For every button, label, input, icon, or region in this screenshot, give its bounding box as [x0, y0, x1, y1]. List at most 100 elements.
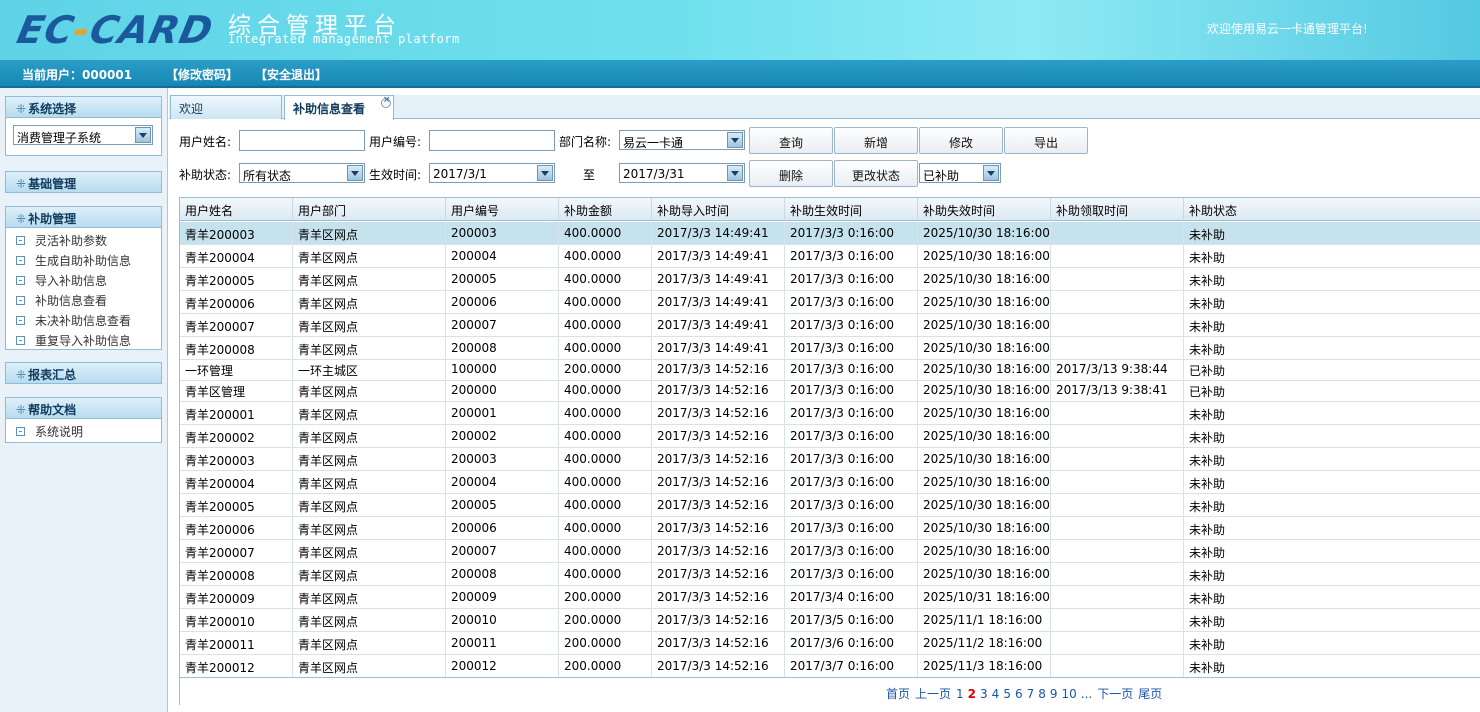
- status-select[interactable]: 所有状态: [239, 163, 365, 183]
- table-row[interactable]: 青羊200006 青羊区网点 200006 400.0000 2017/3/3 14:4…: [180, 291, 1480, 314]
- basic-management-header[interactable]: ⁜ 基础管理: [5, 171, 162, 193]
- menu-item-pending-subsidy[interactable]: 未决补助信息查看: [6, 310, 161, 330]
- menu-item-label: 生成自助补助信息: [35, 254, 132, 268]
- system-select[interactable]: 消费管理子系统: [13, 125, 153, 145]
- table-row[interactable]: 青羊200008 青羊区网点 200008 400.0000 2017/3/3 14:4…: [180, 337, 1480, 360]
- panel-title: 基础管理: [28, 177, 77, 191]
- table-row[interactable]: 青羊200004 青羊区网点 200004 400.0000 2017/3/3 14:5…: [180, 471, 1480, 494]
- panel-title: 帮助文档: [28, 403, 77, 417]
- pager-page-5[interactable]: 5: [1003, 687, 1011, 701]
- table-row[interactable]: 青羊200007 青羊区网点 200007 400.0000 2017/3/3 14:5…: [180, 540, 1480, 563]
- chevron-down-icon[interactable]: [727, 132, 743, 148]
- menu-item-import-subsidy[interactable]: 导入补助信息: [6, 270, 161, 290]
- pager-prev[interactable]: 上一页: [915, 687, 951, 701]
- column-header-import-time[interactable]: 补助导入时间: [652, 198, 785, 221]
- delete-button[interactable]: 删除: [749, 160, 833, 187]
- table-row[interactable]: 青羊200007 青羊区网点 200007 400.0000 2017/3/3 14:4…: [180, 314, 1480, 337]
- cell-user-name: 青羊200009: [180, 586, 293, 608]
- menu-item-system-manual[interactable]: 系统说明: [6, 421, 161, 441]
- chevron-down-icon[interactable]: [347, 165, 363, 181]
- panel-title: 报表汇总: [28, 368, 77, 382]
- menu-item-view-subsidy[interactable]: 补助信息查看: [6, 290, 161, 310]
- menu-bullet-icon: [16, 296, 25, 305]
- table-row[interactable]: 青羊200012 青羊区网点 200012 200.0000 2017/3/3 14:5…: [180, 655, 1480, 678]
- pager-page-8[interactable]: 8: [1038, 687, 1046, 701]
- table-row[interactable]: 青羊200010 青羊区网点 200010 200.0000 2017/3/3 14:5…: [180, 609, 1480, 632]
- export-button[interactable]: 导出: [1004, 127, 1088, 154]
- column-header-subsidy-amount[interactable]: 补助金额: [559, 198, 652, 221]
- chevron-down-icon[interactable]: [727, 165, 743, 181]
- change-status-button[interactable]: 更改状态: [834, 160, 918, 187]
- table-row[interactable]: 青羊200001 青羊区网点 200001 400.0000 2017/3/3 14:5…: [180, 402, 1480, 425]
- user-id-input[interactable]: [429, 130, 555, 151]
- change-password-link[interactable]: 【修改密码】: [166, 66, 238, 83]
- cell-user-dept: 青羊区网点: [293, 268, 446, 290]
- table-row[interactable]: 青羊200005 青羊区网点 200005 400.0000 2017/3/3 14:4…: [180, 268, 1480, 291]
- column-header-effective-time[interactable]: 补助生效时间: [785, 198, 918, 221]
- edit-button[interactable]: 修改: [919, 127, 1003, 154]
- pager-page-3[interactable]: 3: [980, 687, 988, 701]
- cell-subsidy-amount: 400.0000: [559, 563, 652, 585]
- pager-page-10[interactable]: 10: [1062, 687, 1077, 701]
- add-button[interactable]: 新增: [834, 127, 918, 154]
- column-header-user-name[interactable]: 用户姓名: [180, 198, 293, 221]
- table-row[interactable]: 一环管理 一环主城区 100000 200.0000 2017/3/3 14:52:16…: [180, 360, 1480, 381]
- tab-subsidy-view[interactable]: 补助信息查看: [284, 95, 394, 120]
- pager-page-9[interactable]: 9: [1050, 687, 1058, 701]
- chevron-down-icon[interactable]: [135, 127, 151, 143]
- welcome-message: 欢迎使用易云一卡通管理平台!: [1207, 22, 1368, 36]
- logout-link[interactable]: 【安全退出】: [255, 66, 327, 83]
- pager-page-2[interactable]: 2: [968, 687, 976, 701]
- cell-user-name: 青羊200003: [180, 222, 293, 244]
- subsidy-menu: 灵活补助参数 生成自助补助信息 导入补助信息 补助信息查看 未决补助信息查看 重…: [5, 228, 162, 350]
- table-row[interactable]: 青羊200004 青羊区网点 200004 400.0000 2017/3/3 14:4…: [180, 245, 1480, 268]
- table-row[interactable]: 青羊200003 青羊区网点 200003 400.0000 2017/3/3 14:4…: [180, 222, 1480, 245]
- subsidy-management-header[interactable]: ⁜ 补助管理: [5, 206, 162, 228]
- report-header[interactable]: ⁜ 报表汇总: [5, 362, 162, 384]
- table-row[interactable]: 青羊200009 青羊区网点 200009 200.0000 2017/3/3 14:5…: [180, 586, 1480, 609]
- cell-effective-time: 2017/3/3 0:16:00: [785, 222, 918, 244]
- table-row[interactable]: 青羊200008 青羊区网点 200008 400.0000 2017/3/3 14:5…: [180, 563, 1480, 586]
- dept-select[interactable]: 易云一卡通: [619, 130, 745, 150]
- pager-page-4[interactable]: 4: [992, 687, 1000, 701]
- menu-item-flexible-subsidy[interactable]: 灵活补助参数: [6, 230, 161, 250]
- cell-subsidy-status: 未补助: [1184, 609, 1480, 631]
- cell-subsidy-status: 未补助: [1184, 448, 1480, 470]
- system-select-header[interactable]: ⁜ 系统选择: [5, 96, 162, 118]
- menu-item-reimport-subsidy[interactable]: 重复导入补助信息: [6, 330, 161, 350]
- column-header-claim-time[interactable]: 补助领取时间: [1051, 198, 1184, 221]
- pager-page-6[interactable]: 6: [1015, 687, 1023, 701]
- chevron-down-icon[interactable]: [983, 165, 999, 181]
- cell-expire-time: 2025/10/30 18:16:00: [918, 291, 1051, 313]
- query-button[interactable]: 查询: [749, 127, 833, 154]
- table-row[interactable]: 青羊200005 青羊区网点 200005 400.0000 2017/3/3 14:5…: [180, 494, 1480, 517]
- subsidy-filter-select[interactable]: 已补助: [919, 163, 1001, 183]
- table-row[interactable]: 青羊区管理 青羊区网点 200000 400.0000 2017/3/3 14:52:1…: [180, 381, 1480, 402]
- pager-page-7[interactable]: 7: [1027, 687, 1035, 701]
- date-from-picker[interactable]: 2017/3/1: [429, 163, 555, 183]
- table-row[interactable]: 青羊200003 青羊区网点 200003 400.0000 2017/3/3 14:5…: [180, 448, 1480, 471]
- column-header-subsidy-status[interactable]: 补助状态: [1184, 198, 1480, 221]
- tab-welcome[interactable]: 欢迎: [170, 95, 282, 119]
- user-name-input[interactable]: [239, 130, 365, 151]
- help-header[interactable]: ⁜ 帮助文档: [5, 397, 162, 419]
- table-row[interactable]: 青羊200011 青羊区网点 200011 200.0000 2017/3/3 14:5…: [180, 632, 1480, 655]
- date-to-picker[interactable]: 2017/3/31: [619, 163, 745, 183]
- cell-import-time: 2017/3/3 14:49:41: [652, 245, 785, 267]
- report-panel: ⁜ 报表汇总: [5, 362, 162, 384]
- chevron-down-icon[interactable]: [537, 165, 553, 181]
- pager-page-1[interactable]: 1: [956, 687, 964, 701]
- cell-expire-time: 2025/10/30 18:16:00: [918, 245, 1051, 267]
- column-header-expire-time[interactable]: 补助失效时间: [918, 198, 1051, 221]
- table-row[interactable]: 青羊200006 青羊区网点 200006 400.0000 2017/3/3 14:5…: [180, 517, 1480, 540]
- table-row[interactable]: 青羊200002 青羊区网点 200002 400.0000 2017/3/3 14:5…: [180, 425, 1480, 448]
- pager-last[interactable]: 尾页: [1138, 687, 1162, 701]
- pager-first[interactable]: 首页: [886, 687, 910, 701]
- column-header-user-id[interactable]: 用户编号: [446, 198, 559, 221]
- menu-item-generate-subsidy[interactable]: 生成自助补助信息: [6, 250, 161, 270]
- column-header-user-dept[interactable]: 用户部门: [293, 198, 446, 221]
- pager-next[interactable]: 下一页: [1097, 687, 1133, 701]
- cell-claim-time: [1051, 540, 1184, 562]
- close-icon[interactable]: [381, 95, 391, 108]
- cell-subsidy-amount: 200.0000: [559, 655, 652, 677]
